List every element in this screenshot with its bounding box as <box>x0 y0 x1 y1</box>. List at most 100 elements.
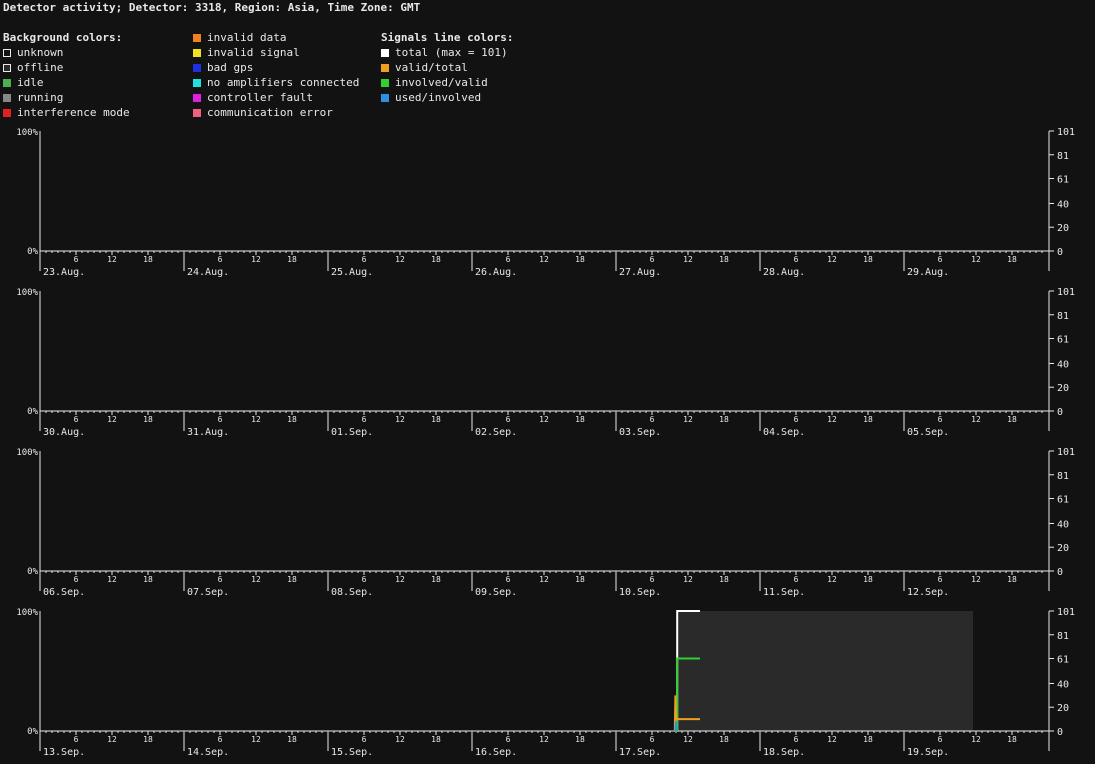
day-label: 06.Sep. <box>43 587 85 598</box>
y-right-tick-label: 101 <box>1057 287 1075 298</box>
hour-tick-label: 18 <box>287 575 297 584</box>
y-label-100: 100% <box>16 608 38 618</box>
day-label: 30.Aug. <box>43 427 85 438</box>
day-label: 24.Aug. <box>187 267 229 278</box>
hour-tick-label: 6 <box>794 575 799 584</box>
hour-tick-label: 6 <box>218 255 223 264</box>
y-right-tick-label: 20 <box>1057 383 1069 394</box>
hour-tick-label: 18 <box>575 575 585 584</box>
hour-tick-label: 12 <box>251 255 261 264</box>
hour-tick-label: 12 <box>395 735 405 744</box>
hour-tick-label: 18 <box>719 255 729 264</box>
y-right-tick-label: 40 <box>1057 359 1069 370</box>
hour-tick-label: 18 <box>431 255 441 264</box>
day-label: 25.Aug. <box>331 267 373 278</box>
hour-tick-label: 12 <box>107 735 117 744</box>
y-label-100: 100% <box>16 128 38 138</box>
hour-tick-label: 6 <box>218 575 223 584</box>
hour-tick-label: 6 <box>506 735 511 744</box>
hour-tick-label: 18 <box>431 735 441 744</box>
y-right-tick-label: 40 <box>1057 199 1069 210</box>
hour-tick-label: 6 <box>74 575 79 584</box>
hour-tick-label: 18 <box>863 255 873 264</box>
hour-tick-label: 18 <box>287 255 297 264</box>
hour-tick-label: 12 <box>395 255 405 264</box>
day-label: 02.Sep. <box>475 427 517 438</box>
day-label: 28.Aug. <box>763 267 805 278</box>
hour-tick-label: 6 <box>650 415 655 424</box>
hour-tick-label: 6 <box>362 415 367 424</box>
hour-tick-label: 6 <box>650 735 655 744</box>
hour-tick-label: 18 <box>575 415 585 424</box>
hour-tick-label: 18 <box>863 575 873 584</box>
day-label: 05.Sep. <box>907 427 949 438</box>
y-right-tick-label: 101 <box>1057 447 1075 458</box>
hour-tick-label: 18 <box>863 735 873 744</box>
hour-tick-label: 18 <box>287 735 297 744</box>
y-right-tick-label: 81 <box>1057 631 1069 642</box>
hour-tick-label: 6 <box>506 575 511 584</box>
y-right-tick-label: 0 <box>1057 247 1063 258</box>
hour-tick-label: 18 <box>143 735 153 744</box>
hour-tick-label: 18 <box>1007 575 1017 584</box>
y-right-tick-label: 81 <box>1057 311 1069 322</box>
hour-tick-label: 18 <box>719 575 729 584</box>
y-right-tick-label: 20 <box>1057 543 1069 554</box>
hour-tick-label: 12 <box>971 735 981 744</box>
y-label-0: 0% <box>27 727 38 737</box>
y-right-tick-label: 20 <box>1057 703 1069 714</box>
y-right-tick-label: 40 <box>1057 679 1069 690</box>
hour-tick-label: 6 <box>362 735 367 744</box>
hour-tick-label: 6 <box>938 255 943 264</box>
hour-tick-label: 12 <box>539 735 549 744</box>
y-right-tick-label: 20 <box>1057 223 1069 234</box>
hour-tick-label: 18 <box>575 255 585 264</box>
y-right-tick-label: 61 <box>1057 175 1069 186</box>
y-right-tick-label: 61 <box>1057 495 1069 506</box>
day-label: 11.Sep. <box>763 587 805 598</box>
hour-tick-label: 18 <box>143 255 153 264</box>
day-label: 01.Sep. <box>331 427 373 438</box>
y-right-tick-label: 40 <box>1057 519 1069 530</box>
offline-region <box>677 611 973 731</box>
hour-tick-label: 12 <box>251 415 261 424</box>
hour-tick-label: 18 <box>431 415 441 424</box>
hour-tick-label: 18 <box>143 415 153 424</box>
day-label: 09.Sep. <box>475 587 517 598</box>
day-label: 31.Aug. <box>187 427 229 438</box>
hour-tick-label: 12 <box>395 575 405 584</box>
y-right-tick-label: 0 <box>1057 727 1063 738</box>
hour-tick-label: 12 <box>539 575 549 584</box>
y-label-0: 0% <box>27 407 38 417</box>
hour-tick-label: 6 <box>74 255 79 264</box>
y-right-tick-label: 61 <box>1057 655 1069 666</box>
hour-tick-label: 12 <box>827 575 837 584</box>
y-label-0: 0% <box>27 567 38 577</box>
hour-tick-label: 18 <box>863 415 873 424</box>
hour-tick-label: 6 <box>506 255 511 264</box>
hour-tick-label: 12 <box>251 735 261 744</box>
hour-tick-label: 6 <box>794 415 799 424</box>
hour-tick-label: 6 <box>938 575 943 584</box>
day-label: 16.Sep. <box>475 747 517 758</box>
activity-charts: 100% 0% 101 81 61 40 20 0 6 12 18 23.Aug. 6 12 18 24.Au… <box>16 127 1075 758</box>
day-label: 10.Sep. <box>619 587 661 598</box>
y-right-tick-label: 101 <box>1057 607 1075 618</box>
hour-tick-label: 18 <box>143 575 153 584</box>
hour-tick-label: 6 <box>650 575 655 584</box>
y-label-100: 100% <box>16 448 38 458</box>
day-label: 04.Sep. <box>763 427 805 438</box>
hour-tick-label: 18 <box>1007 415 1017 424</box>
hour-tick-label: 12 <box>971 255 981 264</box>
hour-tick-label: 18 <box>287 415 297 424</box>
hour-tick-label: 6 <box>362 255 367 264</box>
hour-tick-label: 18 <box>719 735 729 744</box>
hour-tick-label: 12 <box>107 255 117 264</box>
hour-tick-label: 18 <box>431 575 441 584</box>
day-label: 12.Sep. <box>907 587 949 598</box>
y-right-tick-label: 101 <box>1057 127 1075 138</box>
hour-tick-label: 18 <box>1007 735 1017 744</box>
day-label: 13.Sep. <box>43 747 85 758</box>
y-label-100: 100% <box>16 288 38 298</box>
hour-tick-label: 18 <box>575 735 585 744</box>
